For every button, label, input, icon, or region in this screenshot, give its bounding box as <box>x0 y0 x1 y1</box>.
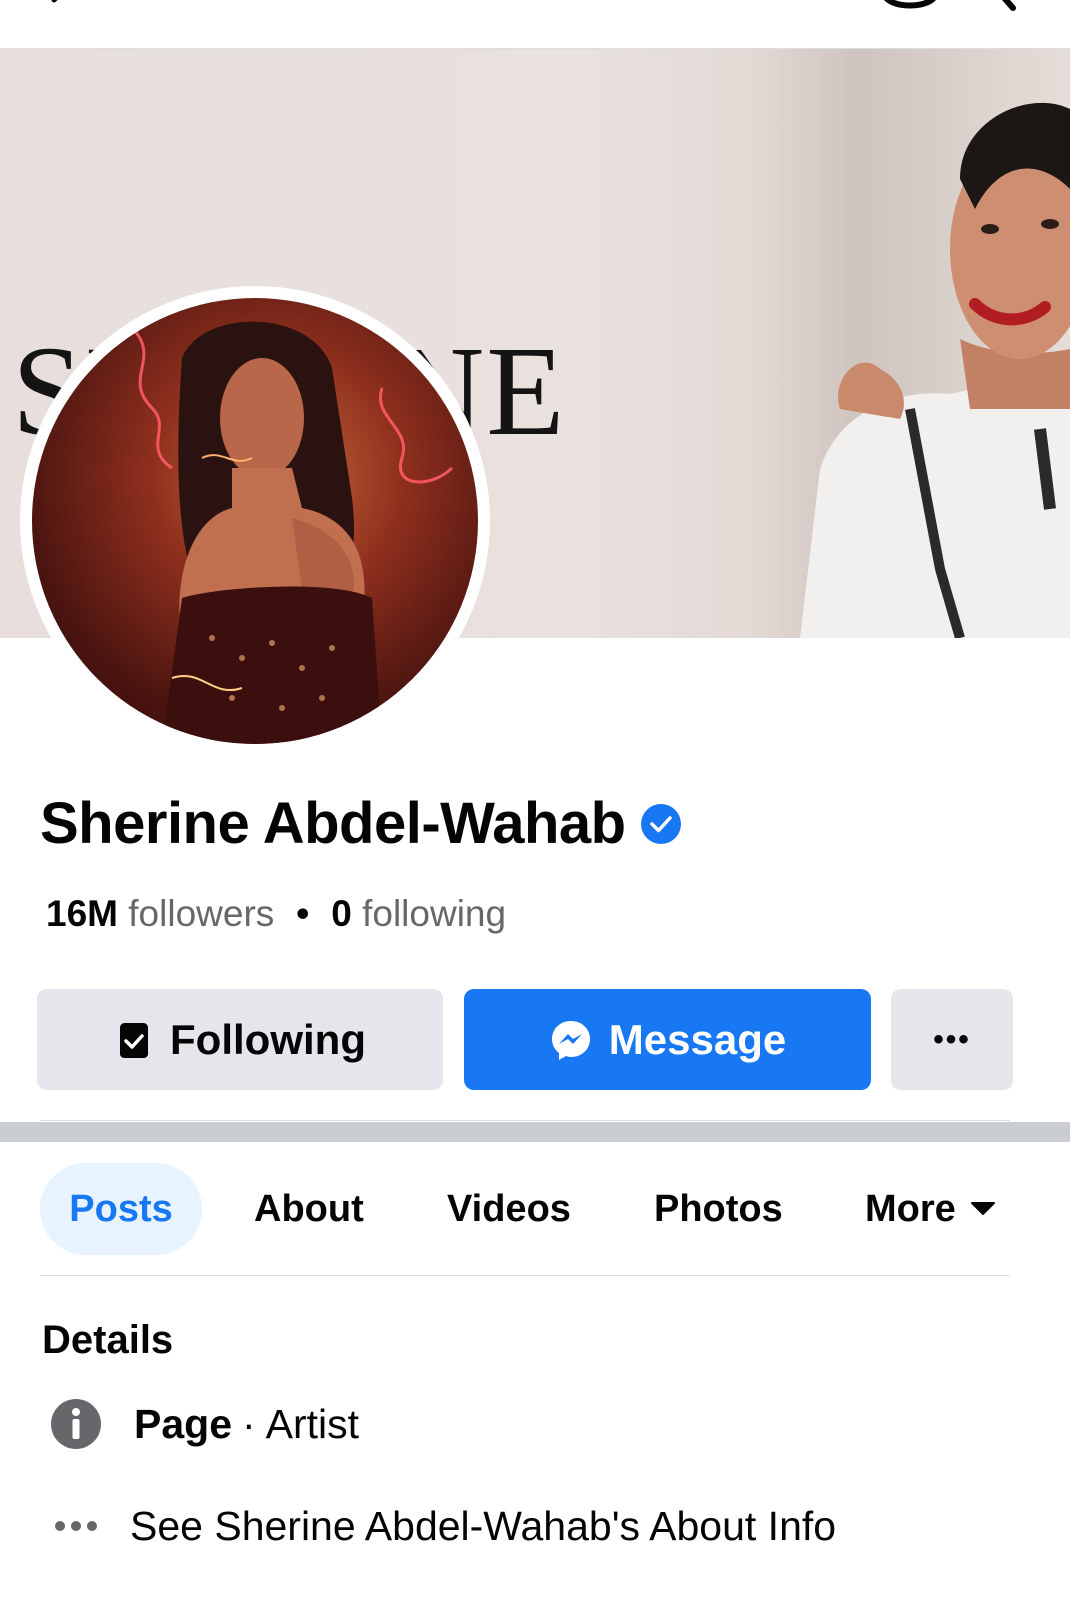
following-button[interactable]: Following <box>37 989 443 1090</box>
search-icon[interactable] <box>985 0 1025 12</box>
followers-count[interactable]: 16M <box>46 893 118 935</box>
verified-badge-icon <box>640 803 681 844</box>
tab-more-label: More <box>865 1187 956 1230</box>
divider <box>40 1120 1010 1121</box>
profile-name-row: Sherine Abdel-Wahab <box>40 790 682 857</box>
avatar-photo <box>32 298 478 744</box>
following-label[interactable]: following <box>362 893 506 935</box>
following-check-icon <box>114 1020 154 1060</box>
following-count[interactable]: 0 <box>331 893 352 935</box>
tab-photos-label: Photos <box>654 1187 783 1230</box>
more-dots-icon <box>50 1500 102 1552</box>
tab-posts-label: Posts <box>69 1187 173 1230</box>
tabs-divider <box>40 1275 1010 1276</box>
tab-about-label: About <box>254 1187 364 1230</box>
cover-person-image <box>800 102 1070 638</box>
about-info-link[interactable]: See Sherine Abdel-Wahab's About Info <box>130 1503 836 1550</box>
category-separator: · <box>242 1400 256 1447</box>
tab-about[interactable]: About <box>254 1163 364 1255</box>
messenger-icon[interactable] <box>880 0 940 16</box>
category-value: Artist <box>265 1400 360 1447</box>
more-dots-icon: ••• <box>933 1022 971 1056</box>
category-label: Page <box>134 1400 232 1447</box>
profile-avatar[interactable] <box>20 286 490 756</box>
tab-videos-label: Videos <box>447 1187 571 1230</box>
more-options-button[interactable]: ••• <box>891 989 1013 1090</box>
tab-more[interactable]: More <box>865 1163 996 1255</box>
about-info-link-row[interactable]: See Sherine Abdel-Wahab's About Info <box>50 1500 836 1552</box>
tab-photos[interactable]: Photos <box>654 1163 783 1255</box>
info-icon <box>50 1398 102 1450</box>
message-button[interactable]: Message <box>464 989 871 1090</box>
messenger-icon <box>549 1018 593 1062</box>
details-heading: Details <box>42 1318 174 1362</box>
tab-videos[interactable]: Videos <box>447 1163 571 1255</box>
profile-stats: 16M followers • 0 following <box>46 893 506 935</box>
back-arrow-icon[interactable] <box>40 0 80 16</box>
stats-separator: • <box>296 893 310 934</box>
top-navigation-bar <box>0 0 1070 49</box>
chevron-down-icon <box>970 1202 995 1215</box>
profile-tabs: Posts About Videos Photos More <box>40 1163 1010 1255</box>
avatar-image <box>130 321 454 744</box>
detail-category-row: Page · Artist <box>50 1398 359 1450</box>
profile-name: Sherine Abdel-Wahab <box>40 791 626 856</box>
following-button-label: Following <box>170 1015 366 1063</box>
followers-label[interactable]: followers <box>128 893 274 935</box>
section-separator <box>0 1122 1070 1142</box>
tab-posts[interactable]: Posts <box>40 1163 202 1255</box>
message-button-label: Message <box>608 1015 787 1063</box>
